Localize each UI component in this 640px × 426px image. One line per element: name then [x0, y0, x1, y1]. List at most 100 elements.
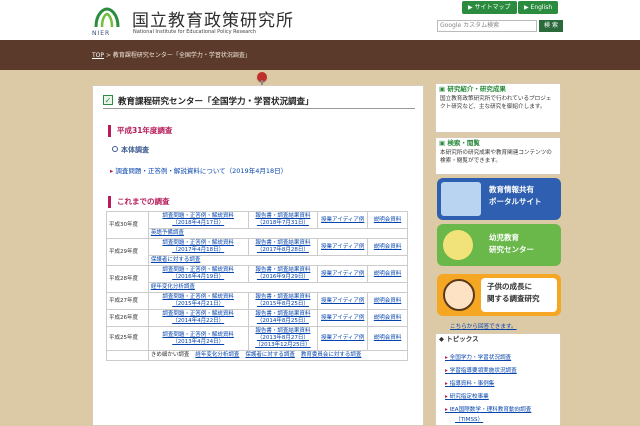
report-link[interactable]: （2013年8月27日） — [251, 335, 316, 342]
survey-questions-cell: 調査問題・正答例・解説資料 （2014年4月22日） — [147, 309, 249, 327]
last-row-link[interactable]: 経年変化分析調査 — [195, 352, 239, 358]
lesson-ideas-link[interactable]: 授業アイディア例 — [320, 335, 365, 342]
site-header: NIER 国立教育政策研究所 National Institute for Ed… — [0, 0, 640, 40]
research-heading[interactable]: ▣ 研究紹介・研究成果 — [436, 84, 560, 94]
lesson-ideas-cell: 授業アイディア例 — [317, 292, 369, 310]
survey-questions-link[interactable]: 調査問題・正答例・解説資料 — [151, 294, 246, 301]
clover-icon — [443, 230, 473, 260]
subsection-heading: 本体調査 — [112, 145, 149, 155]
report-link[interactable]: （2017年8月28日） — [251, 247, 316, 254]
extra-survey-cell: 経年変化分析調査 — [147, 282, 409, 293]
report-link[interactable]: （2018年7月31日） — [251, 220, 316, 227]
section-current-heading: 平成31年度調査 — [108, 125, 172, 137]
survey-questions-link[interactable]: （2013年4月24日） — [151, 339, 246, 346]
child-growth-banner[interactable]: 子供の成長に 関する調査研究 — [437, 274, 561, 316]
search-input[interactable]: Google カスタム検索 — [437, 20, 537, 32]
survey-questions-link[interactable]: 調査問題・正答例・解説資料 — [151, 267, 246, 274]
briefing-materials-link[interactable]: 説明会資料 — [370, 298, 405, 305]
lesson-ideas-link[interactable]: 授業アイディア例 — [320, 298, 365, 305]
survey-questions-link[interactable]: （2016年4月19日） — [151, 274, 246, 281]
portal-title-line1: 教育情報共有 — [489, 185, 534, 194]
current-survey-link[interactable]: 調査問題・正答例・解説資料について（2019年4月18日） — [110, 165, 287, 175]
survey-questions-link[interactable]: （2014年4月22日） — [151, 318, 246, 325]
report-link[interactable]: （2016年9月29日） — [251, 274, 316, 281]
extra-survey-link[interactable]: 英語予備調査 — [151, 230, 405, 237]
search-heading[interactable]: ▣ 検索・閲覧 — [436, 138, 560, 148]
survey-questions-link[interactable]: 調査問題・正答例・解説資料 — [151, 240, 246, 247]
child-growth-line2: 関する調査研究 — [487, 294, 540, 303]
child-growth-link[interactable]: こちらから回答できます。 — [450, 322, 517, 330]
report-link[interactable]: （2013年12月25日） — [251, 342, 316, 349]
portal-site-banner[interactable]: 教育情報共有 ポータルサイト — [437, 178, 561, 220]
lesson-ideas-link[interactable]: 授業アイディア例 — [320, 315, 365, 322]
survey-questions-link[interactable]: 調査問題・正答例・解説資料 — [151, 213, 246, 220]
table-row-extra: 保護者に対する調査 — [107, 255, 409, 266]
section-past-heading: これまでの調査 — [108, 196, 170, 208]
survey-questions-cell: 調査問題・正答例・解説資料 （2018年4月17日） — [147, 211, 249, 229]
extra-survey-link[interactable]: 保護者に対する調査 — [151, 257, 405, 264]
nier-logo-icon[interactable] — [92, 5, 122, 31]
child-face-icon — [443, 279, 475, 311]
breadcrumb-top-link[interactable]: TOP — [92, 52, 104, 59]
briefing-cell: 説明会資料 — [367, 211, 408, 229]
survey-questions-link[interactable]: 調査問題・正答例・解説資料 — [151, 332, 246, 339]
lesson-ideas-link[interactable]: 授業アイディア例 — [320, 271, 365, 278]
briefing-materials-link[interactable]: 説明会資料 — [370, 315, 405, 322]
survey-questions-link[interactable]: 調査問題・正答例・解説資料 — [151, 311, 246, 318]
site-title[interactable]: 国立教育政策研究所 — [132, 6, 294, 31]
topic-link[interactable]: IEA国際数学・理科教育動向調査 — [445, 405, 532, 413]
lesson-ideas-link[interactable]: 授業アイディア例 — [320, 217, 365, 224]
report-link[interactable]: 報告書・調査結果資料 — [251, 311, 316, 318]
table-row: 平成30年度 調査問題・正答例・解説資料 （2018年4月17日） 報告書・調査結果資… — [106, 211, 408, 239]
survey-questions-link[interactable]: （2017年4月18日） — [151, 247, 246, 254]
last-row-link: きめ細かい調査 — [150, 352, 190, 358]
report-link[interactable]: 報告書・調査結果資料 — [251, 213, 316, 220]
report-link[interactable]: 報告書・調査結果資料 — [251, 240, 316, 247]
year-cell: 平成27年度 — [106, 292, 149, 310]
table-row-extra: 英語予備調査 — [107, 228, 409, 239]
year-cell: 平成25年度 — [106, 326, 149, 351]
checkbox-icon: ✓ — [103, 95, 113, 105]
lesson-ideas-cell: 授業アイディア例 — [317, 238, 369, 256]
report-cell: 報告書・調査結果資料 （2014年8月25日） — [247, 309, 319, 327]
report-link[interactable]: 報告書・調査結果資料 — [251, 328, 316, 335]
page-title-bar: ✓ 教育課程研究センター「全国学力・学習状況調査」 — [103, 95, 415, 109]
briefing-materials-link[interactable]: 説明会資料 — [370, 217, 405, 224]
briefing-materials-link[interactable]: 説明会資料 — [370, 335, 405, 342]
lesson-ideas-link[interactable]: 授業アイディア例 — [320, 244, 365, 251]
survey-questions-cell: 調査問題・正答例・解説資料 （2013年4月24日） — [147, 326, 249, 351]
report-link[interactable]: （2014年8月25日） — [251, 318, 316, 325]
report-cell: 報告書・調査結果資料 （2016年9月29日） — [247, 265, 319, 283]
early-childhood-line2: 研究センター — [489, 245, 534, 254]
topics-heading: ◆ トピックス — [439, 335, 479, 343]
extra-survey-link[interactable]: 経年変化分析調査 — [151, 284, 405, 291]
last-row-link[interactable]: 教育委員会に対する調査 — [301, 352, 362, 358]
lesson-ideas-cell: 授業アイディア例 — [317, 309, 369, 327]
english-button[interactable]: ▶ English — [518, 1, 559, 14]
search-description: 本研究所の研究成果や教育関連コンテンツの検索・閲覧ができます。 — [440, 150, 552, 164]
last-row-link[interactable]: 保護者に対する調査 — [245, 352, 295, 358]
report-link[interactable]: （2015年8月25日） — [251, 301, 316, 308]
topic-link[interactable]: 全国学力・学習状況調査 — [445, 353, 512, 361]
early-childhood-banner[interactable]: 幼児教育 研究センター — [437, 224, 561, 266]
search-button[interactable]: 検 索 — [539, 20, 563, 32]
survey-questions-cell: 調査問題・正答例・解説資料 （2017年4月18日） — [147, 238, 249, 256]
sitemap-button[interactable]: ▶ サイトマップ — [462, 1, 517, 14]
report-link[interactable]: 報告書・調査結果資料 — [251, 294, 316, 301]
report-cell: 報告書・調査結果資料 （2015年8月25日） — [247, 292, 319, 310]
report-link[interactable]: 報告書・調査結果資料 — [251, 267, 316, 274]
topic-link[interactable]: 学習指導要領実施状況調査 — [445, 366, 517, 374]
topic-link[interactable]: 研究指定校事業 — [445, 392, 489, 400]
briefing-materials-link[interactable]: 説明会資料 — [370, 244, 405, 251]
sitemap-label: サイトマップ — [474, 4, 511, 11]
topic-link[interactable]: 指導資料・事例集 — [445, 379, 495, 387]
topic-link-cont[interactable]: （TIMSS） — [455, 415, 483, 423]
table-row-extra: 経年変化分析調査 — [107, 282, 409, 293]
year-cell: 平成29年度 — [106, 238, 149, 266]
survey-questions-link[interactable]: （2018年4月17日） — [151, 220, 246, 227]
briefing-cell: 説明会資料 — [367, 265, 408, 283]
topics-heading-label: トピックス — [446, 335, 479, 343]
briefing-cell: 説明会資料 — [367, 238, 408, 256]
survey-questions-link[interactable]: （2015年4月21日） — [151, 301, 246, 308]
briefing-materials-link[interactable]: 説明会資料 — [370, 271, 405, 278]
